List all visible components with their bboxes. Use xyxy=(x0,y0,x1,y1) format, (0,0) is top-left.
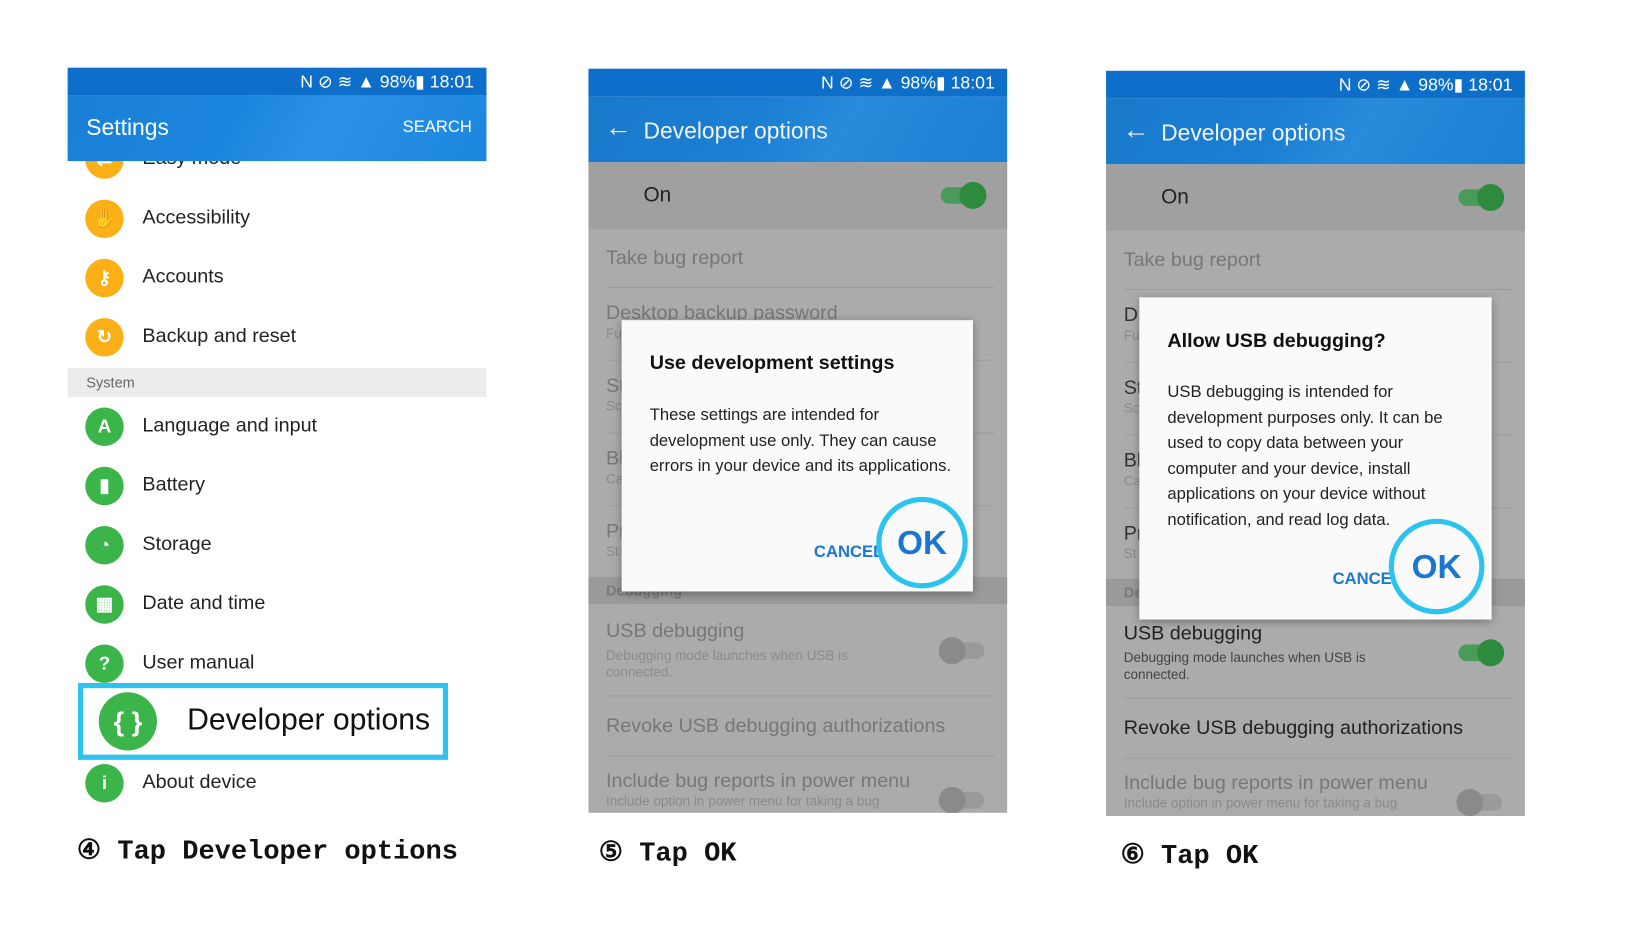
settings-item-accessibility[interactable]: ✋ Accessibility xyxy=(68,189,487,248)
master-toggle-row[interactable]: On xyxy=(588,162,1008,229)
row-revoke[interactable]: Revoke USB debugging authorizations xyxy=(606,696,995,757)
back-arrow-icon[interactable]: ← xyxy=(605,111,632,143)
page-title: Settings xyxy=(86,114,169,141)
bug-report-toggle[interactable] xyxy=(1456,788,1503,817)
settings-item-developer-options[interactable]: { } Developer options xyxy=(77,682,449,760)
status-bar: N ⊘ ≋ ▲ 98%▮ 18:01 xyxy=(67,67,487,96)
settings-item-accounts[interactable]: ⚷ Accounts xyxy=(68,248,487,307)
storage-icon: ◔ xyxy=(85,525,124,565)
search-button[interactable]: SEARCH xyxy=(403,119,472,138)
language-icon: A xyxy=(85,407,124,446)
step-caption-4: ④ Tap Developer options xyxy=(76,835,458,867)
hand-icon: ✋ xyxy=(85,199,124,239)
usb-debugging-toggle[interactable] xyxy=(938,637,985,665)
status-bar: N ⊘ ≋ ▲ 98%▮ 18:01 xyxy=(1106,70,1525,99)
dialog-title: Allow USB debugging? xyxy=(1167,330,1386,353)
page-title: Developer options xyxy=(1161,119,1346,146)
use-development-settings-dialog: Use development settings These settings … xyxy=(621,320,973,592)
allow-usb-debugging-dialog: Allow USB debugging? USB debugging is in… xyxy=(1139,297,1492,620)
row-take-bug-report[interactable]: Take bug report xyxy=(1123,232,1513,291)
settings-item-backup[interactable]: ↻ Backup and reset xyxy=(68,308,487,367)
row-include-bug-reports[interactable]: Include bug reports in power menu Include… xyxy=(606,757,995,813)
app-bar: ← Developer options xyxy=(1106,98,1525,165)
developer-options-screen-1: N ⊘ ≋ ▲ 98%▮ 18:01 ← Developer options O… xyxy=(588,68,1008,813)
braces-icon: { } xyxy=(98,692,157,751)
settings-screen: ⇄Easy mode N ⊘ ≋ ▲ 98%▮ 18:01 Settings S… xyxy=(67,67,487,817)
master-toggle[interactable] xyxy=(940,181,987,209)
row-revoke[interactable]: Revoke USB debugging authorizations xyxy=(1123,699,1513,759)
battery-icon: ▮ xyxy=(85,466,124,506)
section-header-system: System xyxy=(67,367,487,398)
settings-item-date[interactable]: ▦ Date and time xyxy=(68,575,487,634)
dialog-title: Use development settings xyxy=(649,352,895,375)
settings-item-language[interactable]: A Language and input xyxy=(68,397,487,456)
page-title: Developer options xyxy=(643,117,828,144)
developer-options-screen-2: N ⊘ ≋ ▲ 98%▮ 18:01 ← Developer options O… xyxy=(1106,70,1525,817)
calendar-icon: ▦ xyxy=(85,585,124,624)
status-bar: N ⊘ ≋ ▲ 98%▮ 18:01 xyxy=(588,68,1008,97)
settings-item-battery[interactable]: ▮ Battery xyxy=(68,456,487,515)
ok-button[interactable]: OK xyxy=(1388,518,1485,615)
row-take-bug-report[interactable]: Take bug report xyxy=(606,230,995,288)
app-bar: ← Developer options xyxy=(588,96,1008,163)
dialog-message: USB debugging is intended for developmen… xyxy=(1167,383,1443,529)
back-arrow-icon[interactable]: ← xyxy=(1123,113,1150,145)
row-include-bug-reports[interactable]: Include bug reports in power menu Include… xyxy=(1124,759,1513,817)
master-toggle-row[interactable]: On xyxy=(1106,164,1525,231)
key-icon: ⚷ xyxy=(85,258,124,298)
row-usb-debugging[interactable]: USB debugging Debugging mode launches whe… xyxy=(1123,606,1513,699)
step-caption-5: ⑤ Tap OK xyxy=(598,837,737,870)
ok-button[interactable]: OK xyxy=(876,496,968,589)
info-icon: i xyxy=(85,764,124,803)
step-caption-6: ⑥ Tap OK xyxy=(1120,839,1259,872)
bug-report-toggle[interactable] xyxy=(938,786,985,813)
backup-icon: ↻ xyxy=(85,318,124,357)
settings-item-about[interactable]: i About device xyxy=(68,754,487,813)
master-toggle[interactable] xyxy=(1458,183,1505,212)
usb-debugging-toggle[interactable] xyxy=(1458,639,1505,667)
settings-item-storage[interactable]: ◔ Storage xyxy=(68,516,487,575)
manual-icon: ? xyxy=(85,644,124,683)
dialog-message: These settings are intended for developm… xyxy=(649,406,952,476)
row-usb-debugging[interactable]: USB debugging Debugging mode launches whe… xyxy=(606,604,995,697)
app-bar: Settings SEARCH xyxy=(67,95,487,162)
cancel-button[interactable]: CANCEL xyxy=(814,544,883,563)
